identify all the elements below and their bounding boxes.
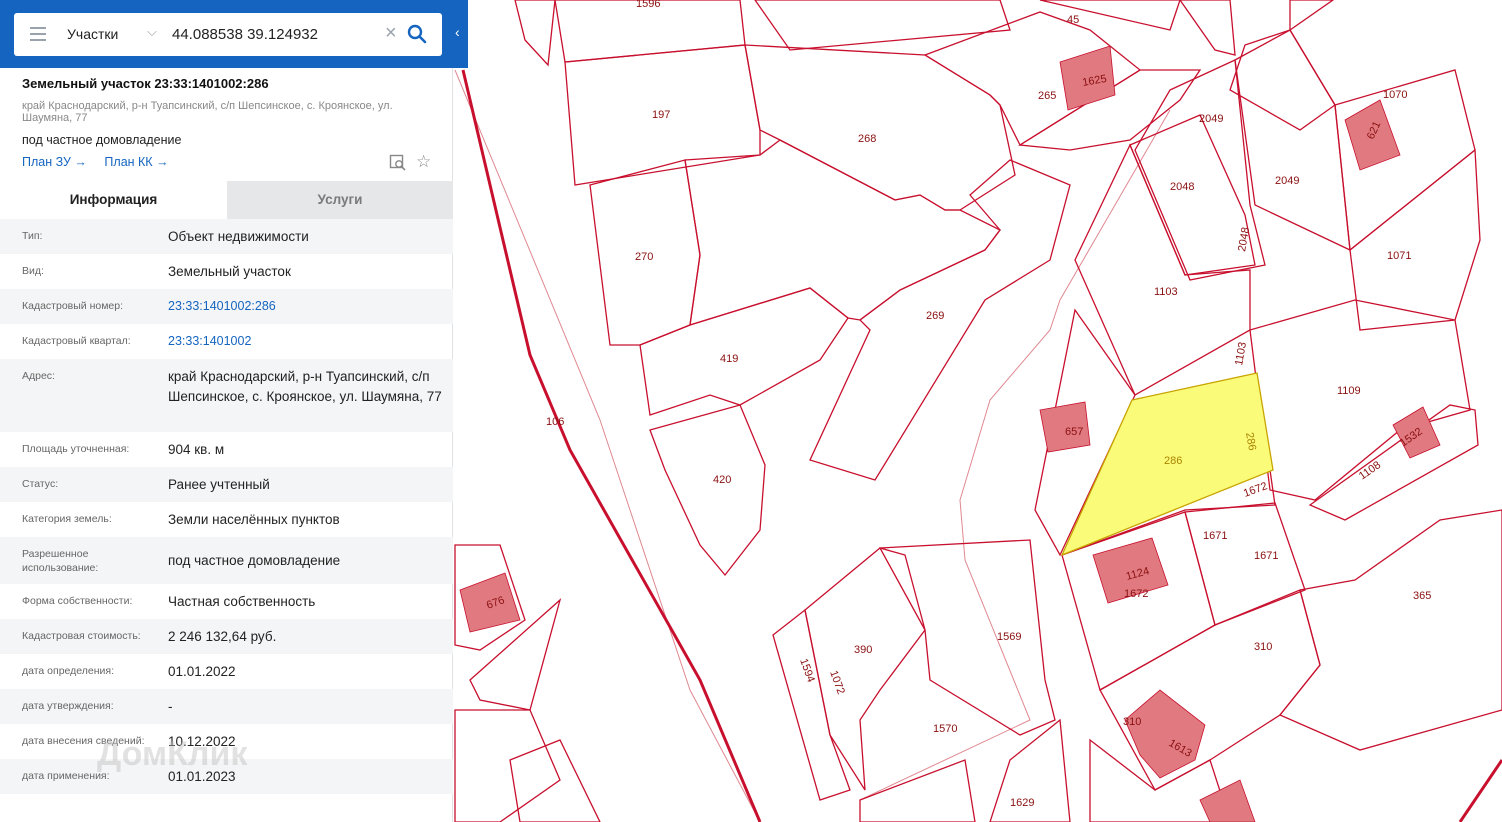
svg-text:365: 365: [1413, 590, 1431, 602]
info-value: 904 кв. м: [168, 442, 225, 457]
watermark-logo: ДомКлик: [97, 735, 248, 773]
info-row-status: Статус: Ранее учтенный: [0, 467, 453, 502]
tabs: Информация Услуги: [0, 181, 453, 219]
info-row-permitted-use: Разрешенное использование: под частное д…: [0, 537, 453, 584]
svg-text:2048: 2048: [1236, 226, 1252, 252]
plan-links: План ЗУ → План КК →: [22, 155, 183, 169]
menu-icon[interactable]: [30, 27, 46, 41]
svg-text:419: 419: [720, 353, 738, 365]
info-key: Разрешенное использование:: [22, 548, 99, 574]
svg-text:2049: 2049: [1275, 175, 1299, 187]
info-key: Кадастровый квартал:: [22, 335, 131, 347]
svg-text:268: 268: [858, 133, 876, 145]
svg-text:265: 265: [1038, 90, 1056, 102]
info-value: Ранее учтенный: [168, 477, 270, 492]
svg-text:1103: 1103: [1233, 341, 1249, 366]
search-box: Участки ⌵ ×: [14, 13, 442, 56]
search-bar: Участки ⌵ ×: [0, 0, 468, 68]
svg-text:420: 420: [713, 474, 731, 486]
info-row-cadastral-number: Кадастровый номер: 23:33:1401002:286: [0, 289, 453, 324]
svg-text:1109: 1109: [1337, 385, 1361, 397]
svg-text:1072: 1072: [827, 669, 847, 696]
info-key: Адрес:: [22, 370, 55, 382]
info-value: край Краснодарский, р-н Туапсинский, с/п…: [168, 369, 442, 404]
svg-text:197: 197: [652, 109, 670, 121]
svg-text:1596: 1596: [636, 0, 660, 10]
svg-text:1071: 1071: [1387, 250, 1411, 262]
svg-text:310: 310: [1123, 716, 1141, 728]
search-input[interactable]: [172, 20, 382, 48]
info-row-address: Адрес: край Краснодарский, р-н Туапсинск…: [0, 359, 453, 432]
info-value: -: [168, 699, 173, 714]
svg-text:390: 390: [854, 644, 872, 656]
object-header: Земельный участок 23:33:1401002:286 край…: [22, 76, 442, 147]
info-panel: Земельный участок 23:33:1401002:286 край…: [0, 0, 453, 822]
search-type-select[interactable]: Участки: [67, 26, 118, 42]
svg-text:106: 106: [546, 416, 564, 428]
svg-text:286: 286: [1164, 455, 1182, 467]
info-value: под частное домовладение: [168, 553, 341, 568]
info-value: Частная собственность: [168, 594, 316, 609]
info-row-date-approved: дата утверждения: -: [0, 689, 453, 724]
info-key: Кадастровая стоимость:: [22, 630, 141, 642]
svg-text:270: 270: [635, 251, 653, 263]
svg-text:2048: 2048: [1170, 181, 1194, 193]
info-key: Кадастровый номер:: [22, 300, 124, 312]
svg-text:1672: 1672: [1124, 588, 1148, 600]
svg-text:1070: 1070: [1383, 89, 1407, 101]
favorite-star-icon[interactable]: ☆: [416, 152, 431, 172]
svg-text:1672: 1672: [1242, 480, 1269, 500]
info-key: дата утверждения:: [22, 700, 114, 712]
info-row-date-determined: дата определения: 01.01.2022: [0, 654, 453, 689]
svg-text:45: 45: [1067, 14, 1079, 26]
svg-text:1570: 1570: [933, 723, 957, 735]
svg-text:1671: 1671: [1203, 530, 1227, 542]
tab-services[interactable]: Услуги: [227, 181, 453, 219]
info-key: Категория земель:: [22, 513, 112, 525]
info-value: Земельный участок: [168, 264, 291, 279]
info-value: Земли населённых пунктов: [168, 512, 340, 527]
info-row-type: Тип: Объект недвижимости: [0, 219, 453, 254]
info-key: Вид:: [22, 265, 44, 277]
search-icon[interactable]: [407, 24, 427, 44]
plan-zu-link[interactable]: План ЗУ →: [22, 155, 87, 169]
info-key: Форма собственности:: [22, 595, 133, 607]
chevron-left-icon[interactable]: ‹: [455, 24, 460, 40]
info-table: Тип: Объект недвижимости Вид: Земельный …: [0, 219, 453, 794]
svg-text:1671: 1671: [1254, 550, 1278, 562]
svg-text:657: 657: [1065, 426, 1083, 438]
info-value: 01.01.2022: [168, 664, 236, 679]
svg-text:310: 310: [1254, 641, 1272, 653]
clear-icon[interactable]: ×: [385, 22, 397, 45]
info-row-area: Площадь уточненная: 904 кв. м: [0, 432, 453, 467]
show-on-map-icon[interactable]: [389, 154, 407, 172]
cadastral-number-link[interactable]: 23:33:1401002:286: [168, 297, 443, 317]
chevron-down-icon[interactable]: ⌵: [147, 24, 157, 40]
svg-text:1629: 1629: [1010, 797, 1034, 809]
info-value: 2 246 132,64 руб.: [168, 629, 277, 644]
object-address: край Краснодарский, р-н Туапсинский, с/п…: [22, 100, 393, 124]
object-title: Земельный участок 23:33:1401002:286: [22, 76, 269, 91]
cadastral-quarter-link[interactable]: 23:33:1401002: [168, 332, 443, 352]
info-key: дата определения:: [22, 665, 115, 677]
info-row-ownership: Форма собственности: Частная собственнос…: [0, 584, 453, 619]
info-row-land-category: Категория земель: Земли населённых пункт…: [0, 502, 453, 537]
object-purpose: под частное домовладение: [22, 133, 182, 147]
svg-text:1103: 1103: [1154, 286, 1178, 298]
plan-kk-link[interactable]: План КК →: [104, 155, 168, 169]
svg-text:269: 269: [926, 310, 944, 322]
info-row-cadastral-cost: Кадастровая стоимость: 2 246 132,64 руб.: [0, 619, 453, 654]
svg-text:1569: 1569: [997, 631, 1021, 643]
tab-information[interactable]: Информация: [0, 181, 227, 219]
info-row-cadastral-quarter: Кадастровый квартал: 23:33:1401002: [0, 324, 453, 359]
svg-text:1594: 1594: [797, 657, 817, 684]
info-key: Площадь уточненная:: [22, 443, 130, 455]
info-row-kind: Вид: Земельный участок: [0, 254, 453, 289]
info-key: Статус:: [22, 478, 59, 490]
svg-text:2049: 2049: [1199, 113, 1223, 125]
info-key: Тип:: [22, 230, 43, 242]
info-value: Объект недвижимости: [168, 229, 309, 244]
